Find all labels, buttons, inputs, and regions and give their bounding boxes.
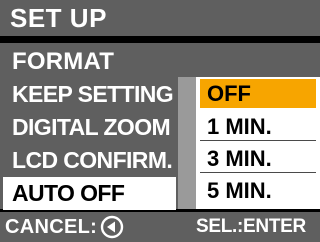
option-label: 1 MIN. xyxy=(207,114,272,139)
menu-item-label: FORMAT xyxy=(12,48,115,75)
option-label: 5 MIN. xyxy=(207,178,272,203)
footer-bar: CANCEL: SEL.:ENTER xyxy=(0,212,320,242)
left-arrow-circle-icon xyxy=(100,215,124,239)
menu-item-keep-setting[interactable]: KEEP SETTING xyxy=(0,78,178,111)
menu-item-label: KEEP SETTING xyxy=(12,81,174,107)
header-bar: SET UP xyxy=(0,0,320,36)
screen-title: SET UP xyxy=(10,3,107,33)
cancel-button[interactable]: CANCEL: xyxy=(5,212,124,242)
menu-item-lcd-confirm[interactable]: LCD CONFIRM. xyxy=(0,144,178,177)
menu-item-auto-off[interactable]: AUTO OFF xyxy=(3,177,176,210)
menu-item-digital-zoom[interactable]: DIGITAL ZOOM xyxy=(0,111,178,144)
option-label: OFF xyxy=(207,81,251,106)
menu-item-label: LCD CONFIRM. xyxy=(12,147,173,173)
option-off[interactable]: OFF xyxy=(200,79,316,108)
submenu-stripe xyxy=(178,77,196,209)
option-3-min[interactable]: 3 MIN. xyxy=(200,144,316,173)
option-5-min[interactable]: 5 MIN. xyxy=(200,176,316,205)
menu-item-label: AUTO OFF xyxy=(12,180,125,206)
option-1-min[interactable]: 1 MIN. xyxy=(200,112,316,141)
cancel-label: CANCEL: xyxy=(5,215,98,238)
menu-item-label: DIGITAL ZOOM xyxy=(12,114,171,140)
auto-off-submenu: OFF 1 MIN. 3 MIN. 5 MIN. xyxy=(178,77,320,209)
select-enter-hint: SEL.:ENTER xyxy=(196,216,306,237)
menu-item-format[interactable]: FORMAT xyxy=(0,45,178,78)
camera-setup-screen: SET UP FORMAT KEEP SETTING DIGITAL ZOOM … xyxy=(0,0,320,242)
submenu-options: OFF 1 MIN. 3 MIN. 5 MIN. xyxy=(200,79,318,207)
option-label: 3 MIN. xyxy=(207,146,272,171)
